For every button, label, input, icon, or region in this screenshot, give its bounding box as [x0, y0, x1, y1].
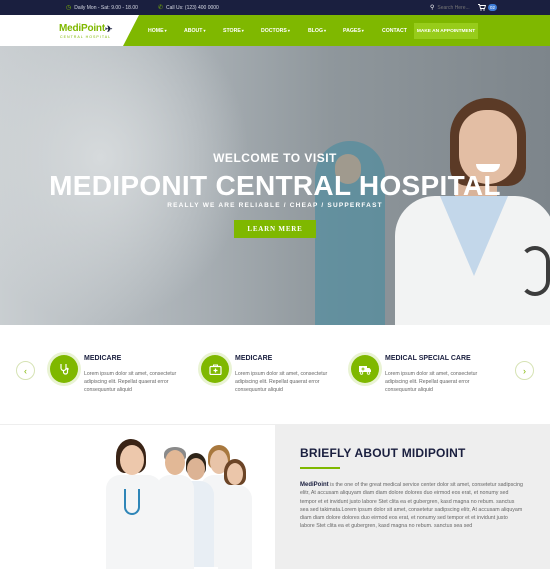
chevron-down-icon: ▾ — [324, 28, 327, 33]
stethoscope-decoration — [124, 489, 140, 515]
logo-subtitle: CENTRAL HOSPITAL — [60, 35, 112, 39]
chevron-right-icon: › — [523, 365, 526, 376]
service-title: MEDICARE — [235, 355, 273, 362]
opening-hours: ◷ Daily Mon - Sat: 9.00 - 18.00 — [66, 0, 138, 15]
first-aid-kit-icon — [201, 355, 229, 383]
nav-blog[interactable]: BLOG ▾ — [308, 15, 326, 46]
team-face — [120, 445, 144, 475]
team-face — [165, 450, 185, 475]
team-face — [187, 458, 205, 480]
search-input[interactable] — [437, 3, 480, 12]
about-body: is the one of the great medical service … — [300, 482, 523, 530]
nav-about[interactable]: ABOUT ▾ — [184, 15, 205, 46]
chevron-down-icon: ▾ — [164, 28, 167, 33]
phone-icon: ✆ — [158, 5, 164, 11]
service-text: Lorem ipsum dolor sit amet, consectetur … — [235, 371, 328, 394]
hero-title: MEDIPONIT CENTRAL HOSPITAL — [49, 170, 501, 201]
chevron-down-icon: ▾ — [287, 28, 290, 33]
nav-contact[interactable]: CONTACT — [382, 15, 407, 46]
nav-doctors-label: DOCTORS — [261, 27, 287, 34]
nav-store-label: STORE — [223, 27, 241, 34]
phone-info: ✆ Call Us: (123) 400 0000 — [158, 0, 219, 15]
prev-arrow-button[interactable]: ‹ — [16, 361, 35, 380]
service-text: Lorem ipsum dolor sit amet, consectetur … — [84, 371, 177, 394]
nav-about-label: ABOUT — [184, 27, 203, 34]
main-navbar: MediPoint ✈ CENTRAL HOSPITAL HOME ▾ ABOUT… — [0, 15, 550, 46]
nav-store[interactable]: STORE ▾ — [223, 15, 244, 46]
nav-pages[interactable]: PAGES ▾ — [343, 15, 364, 46]
logo-plane-icon: ✈ — [105, 24, 113, 34]
stethoscope-decoration — [520, 246, 550, 296]
make-appointment-button[interactable]: MAKE AN APPOINTMENT — [414, 23, 478, 39]
chevron-left-icon: ‹ — [24, 365, 27, 376]
nav-doctors[interactable]: DOCTORS ▾ — [261, 15, 290, 46]
cart-count-badge: 02 — [488, 4, 498, 11]
logo-divider — [123, 15, 139, 46]
service-title: MEDICAL SPECIAL CARE — [385, 355, 471, 362]
logo-name[interactable]: MediPoint — [59, 23, 105, 34]
nav-pages-label: PAGES — [343, 27, 361, 34]
about-paragraph: MediPoint is the one of the great medica… — [300, 481, 524, 531]
phone-text: Call Us: (123) 400 0000 — [166, 4, 219, 11]
title-underline — [300, 467, 340, 469]
team-coat — [218, 485, 252, 569]
service-title: MEDICARE — [84, 355, 122, 362]
nav-blog-label: BLOG — [308, 27, 323, 34]
chevron-down-icon: ▾ — [361, 28, 364, 33]
nav-contact-label: CONTACT — [382, 27, 407, 34]
top-search: ⚲ — [430, 0, 480, 15]
service-text: Lorem ipsum dolor sit amet, consectetur … — [385, 371, 478, 394]
hero-tagline: REALLY WE ARE RELIABLE / CHEAP / SUPPERF… — [167, 202, 383, 209]
stethoscope-icon — [50, 355, 78, 383]
learn-more-button[interactable]: LEARN MERE — [234, 220, 316, 238]
search-icon[interactable]: ⚲ — [430, 4, 434, 11]
next-arrow-button[interactable]: › — [515, 361, 534, 380]
about-title: BRIEFLY ABOUT MIDIPOINT — [300, 446, 466, 460]
doctors-team-image — [100, 437, 260, 569]
team-face — [227, 463, 243, 485]
chevron-down-icon: ▾ — [203, 28, 206, 33]
chevron-down-icon: ▾ — [241, 28, 244, 33]
top-info-bar: ◷ Daily Mon - Sat: 9.00 - 18.00 ✆ Call U… — [0, 0, 550, 15]
ambulance-icon — [351, 355, 379, 383]
clock-icon: ◷ — [66, 5, 72, 11]
hero-welcome: WELCOME TO VISIT — [213, 151, 337, 165]
cart-icon — [478, 4, 486, 11]
nav-home-label: HOME — [148, 27, 164, 34]
opening-hours-text: Daily Mon - Sat: 9.00 - 18.00 — [74, 4, 138, 11]
cart-button[interactable]: 02 — [478, 0, 498, 15]
about-brand: MediPoint — [300, 482, 329, 488]
nav-home[interactable]: HOME ▾ — [148, 15, 167, 46]
